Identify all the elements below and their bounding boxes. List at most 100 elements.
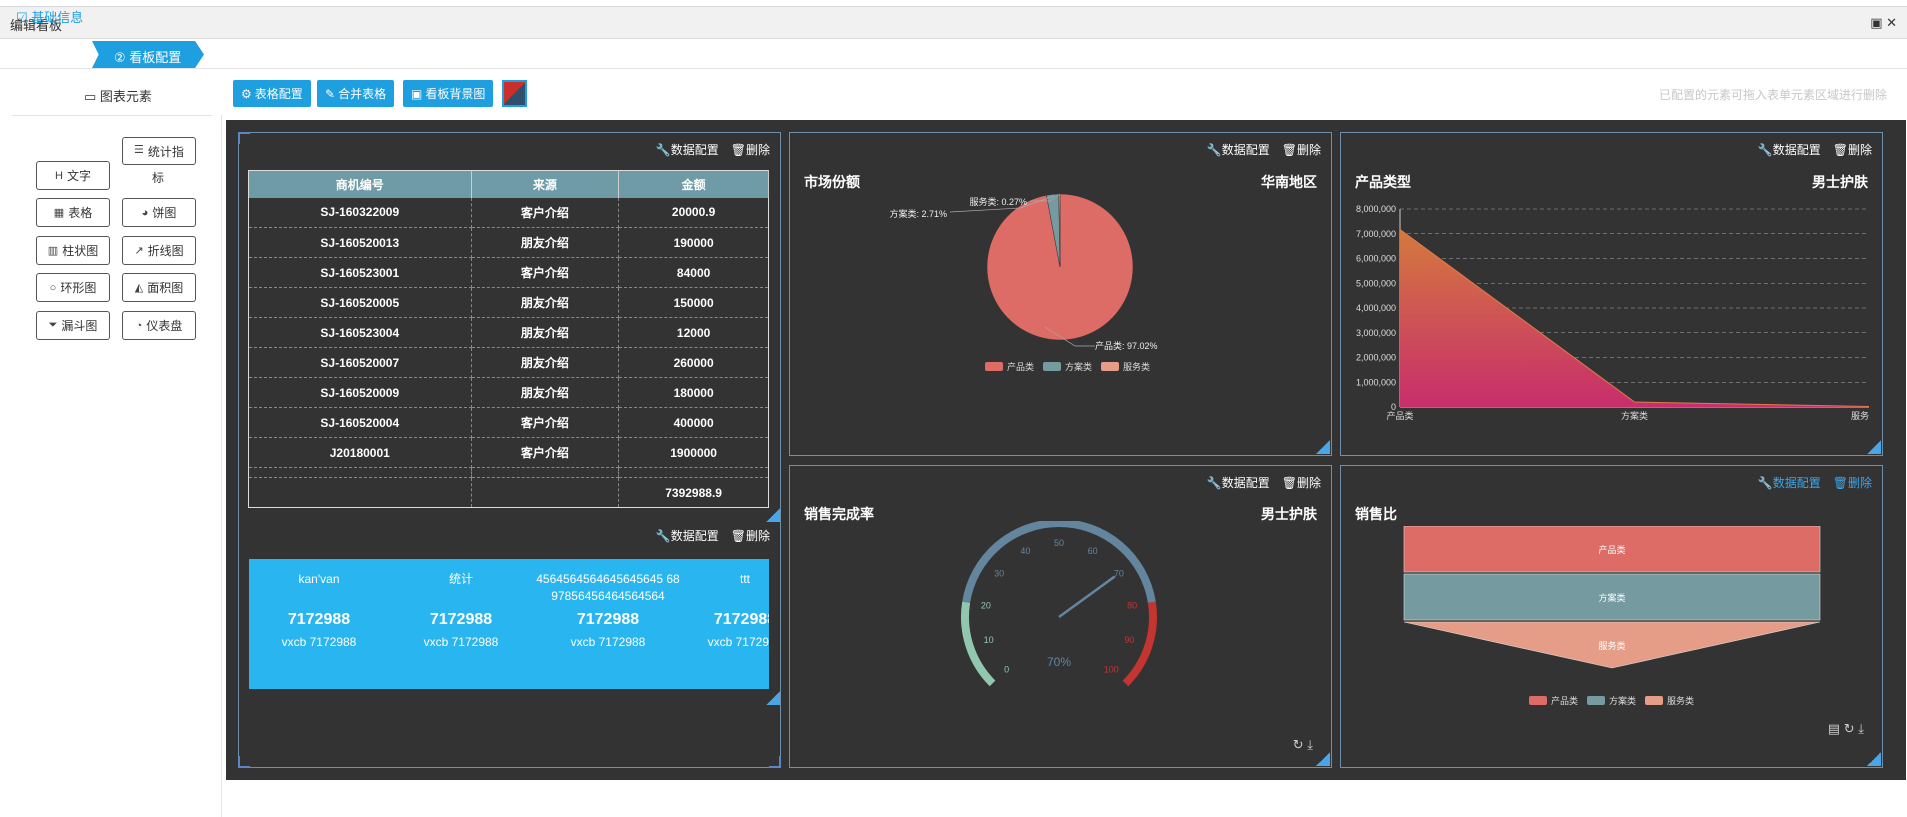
- merge-table-button[interactable]: ✎ 合并表格: [317, 80, 395, 107]
- download-icon[interactable]: ⤓: [1307, 737, 1313, 752]
- panel-pie[interactable]: 🔧数据配置 🗑删除 市场份额 华南地区 产品类: 97.02% 方案类: 2.71%…: [789, 132, 1332, 456]
- table-row[interactable]: SJ-160523004 朋友介绍 12000: [248, 317, 769, 348]
- table-cell: 客户介绍: [471, 257, 620, 288]
- funnel-label: 方案类: [1598, 592, 1625, 603]
- panel-ops: 🔧数据配置 🗑删除: [1758, 141, 1872, 158]
- data-config-link[interactable]: 🔧数据配置: [1207, 474, 1270, 491]
- element-text[interactable]: H 文字: [36, 161, 110, 190]
- table-cell: [248, 467, 472, 478]
- table-cell: 客户介绍: [471, 197, 620, 228]
- data-config-link[interactable]: 🔧数据配置: [656, 527, 719, 544]
- resize-handle[interactable]: [1316, 440, 1330, 454]
- line-chart-icon: ↗: [134, 245, 144, 257]
- resize-handle[interactable]: [1867, 440, 1881, 454]
- delete-link[interactable]: 🗑删除: [731, 527, 770, 544]
- resize-handle[interactable]: [1316, 752, 1330, 766]
- gauge-tick-label: 90: [1124, 635, 1134, 645]
- left-border: [221, 115, 222, 817]
- gauge-tick-label: 50: [1054, 538, 1064, 548]
- step-dashboard-config[interactable]: ② 看板配置: [92, 41, 204, 68]
- steps-bar: [0, 40, 1907, 69]
- table-row[interactable]: SJ-160322009 客户介绍 20000.9: [248, 197, 769, 228]
- panel-area[interactable]: 🔧数据配置 🗑删除 产品类型 男士护肤 0 1,000,000 2,000,000 3,…: [1340, 132, 1883, 456]
- table-cell: [471, 477, 620, 508]
- stat-column: kan'van 7172988 vxcb 7172988: [281, 572, 357, 649]
- element-stat-indicator[interactable]: ☰ 统计指: [122, 137, 196, 165]
- legend-label: 产品类: [1007, 361, 1034, 372]
- table-cell: [248, 477, 472, 508]
- element-funnel[interactable]: ⏷ 漏斗图: [36, 311, 110, 340]
- download-icon[interactable]: ⤓: [1858, 721, 1864, 736]
- color-picker-button[interactable]: [502, 80, 527, 107]
- data-config-link[interactable]: 🔧数据配置: [656, 141, 719, 158]
- table-cell: SJ-160523004: [248, 317, 472, 348]
- table-header: 金额: [618, 170, 769, 198]
- element-line[interactable]: ↗ 折线图: [122, 236, 196, 265]
- table-cell: 1900000: [618, 437, 769, 468]
- y-tick-label: 4,000,000: [1356, 303, 1396, 313]
- legend-swatch: [1645, 696, 1663, 705]
- pie-label: 产品类: 97.02%: [1095, 340, 1158, 351]
- table-row[interactable]: J20180001 客户介绍 1900000: [248, 437, 769, 468]
- stat-column: ttt7172988vxcb 7172988: [707, 572, 769, 649]
- delete-link[interactable]: 🗑删除: [1833, 141, 1872, 158]
- delete-link[interactable]: 🗑删除: [1282, 474, 1321, 491]
- image-icon: ▣: [411, 86, 423, 101]
- corner-marker: [769, 756, 781, 768]
- element-gauge[interactable]: ◔ 仪表盘: [122, 311, 196, 340]
- refresh-icon[interactable]: ↻: [1293, 737, 1304, 752]
- table-row[interactable]: SJ-160520013 朋友介绍 190000: [248, 227, 769, 258]
- legend-swatch: [1043, 362, 1061, 371]
- table-cell: SJ-160520007: [248, 347, 472, 378]
- x-tick-label: 方案类: [1621, 410, 1648, 421]
- element-ring[interactable]: ○ 环形图: [36, 273, 110, 302]
- panel-funnel[interactable]: 🔧数据配置 🗑删除 销售比 产品类 方案类 服务类 产品类 方案类 服务类 ▤ ↻ ⤓: [1340, 465, 1883, 768]
- resize-handle[interactable]: [1867, 752, 1881, 766]
- legend-swatch: [985, 362, 1003, 371]
- document-icon[interactable]: ▤: [1828, 721, 1840, 736]
- table-row[interactable]: SJ-160520004 客户介绍 400000: [248, 407, 769, 438]
- table-cell: SJ-160322009: [248, 197, 472, 228]
- funnel-label: 产品类: [1598, 544, 1625, 555]
- y-tick-label: 7,000,000: [1356, 229, 1396, 239]
- table-cell: [618, 467, 769, 478]
- legend-label: 服务类: [1667, 695, 1694, 706]
- background-image-button[interactable]: ▣ 看板背景图: [403, 80, 494, 107]
- gauge-arc: [962, 521, 1156, 603]
- step-number-icon: ②: [114, 50, 130, 65]
- element-bar[interactable]: ▥ 柱状图: [36, 236, 110, 265]
- panel-gauge[interactable]: 🔧数据配置 🗑删除 销售完成率 男士护肤 0 10 20 30 40 50 60 70 80 90 1…: [789, 465, 1332, 768]
- resize-handle[interactable]: [766, 691, 780, 705]
- window-controls[interactable]: ▣ ✕: [1870, 15, 1897, 31]
- table-row[interactable]: SJ-160523001 客户介绍 84000: [248, 257, 769, 288]
- legend-label: 服务类: [1123, 361, 1150, 372]
- gauge-tick-label: 20: [981, 600, 991, 610]
- step-basic-info[interactable]: ☑ 基础信息: [16, 7, 83, 26]
- data-config-link[interactable]: 🔧数据配置: [1207, 141, 1270, 158]
- corner-marker: [238, 132, 250, 144]
- table-row[interactable]: SJ-160520007 朋友介绍 260000: [248, 347, 769, 378]
- table-cell: 朋友介绍: [471, 347, 620, 378]
- delete-link[interactable]: 🗑删除: [731, 141, 770, 158]
- pie-chart: 产品类: 97.02% 方案类: 2.71% 服务类: 0.27% 产品类 方案类 服务类: [889, 193, 1158, 372]
- gauge-tools: ↻ ⤓: [1293, 737, 1313, 753]
- table-row[interactable]: [248, 467, 769, 478]
- resize-handle[interactable]: [766, 508, 780, 522]
- gauge-value: 70%: [1047, 655, 1071, 669]
- data-config-link[interactable]: 🔧数据配置: [1758, 141, 1821, 158]
- y-tick-label: 3,000,000: [1356, 328, 1396, 338]
- table-cell: SJ-160520004: [248, 407, 472, 438]
- table-cell: SJ-160520013: [248, 227, 472, 258]
- element-pie[interactable]: ◕ 饼图: [122, 198, 196, 227]
- y-tick-label: 8,000,000: [1356, 204, 1396, 214]
- data-config-link[interactable]: 🔧数据配置: [1758, 474, 1821, 491]
- element-table[interactable]: ▦ 表格: [36, 198, 110, 227]
- table-row[interactable]: SJ-160520009 朋友介绍 180000: [248, 377, 769, 408]
- table-row[interactable]: SJ-160520005 朋友介绍 150000: [248, 287, 769, 318]
- stat-indicator-wrap-text: 标: [152, 171, 165, 185]
- element-area[interactable]: ◭ 面积图: [122, 273, 196, 302]
- delete-link[interactable]: 🗑删除: [1282, 141, 1321, 158]
- refresh-icon[interactable]: ↻: [1844, 721, 1855, 736]
- table-config-button[interactable]: ⚙ 表格配置: [233, 80, 311, 107]
- delete-link[interactable]: 🗑删除: [1833, 474, 1872, 491]
